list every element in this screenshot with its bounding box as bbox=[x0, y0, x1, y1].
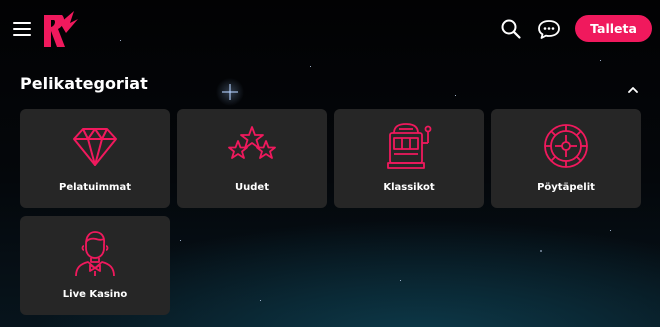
logo-icon[interactable] bbox=[40, 9, 80, 49]
section-title: Pelikategoriat bbox=[20, 74, 148, 93]
dealer-icon bbox=[70, 228, 120, 278]
category-label: Live Kasino bbox=[62, 289, 128, 300]
category-card-uudet[interactable]: Uudet bbox=[177, 109, 327, 208]
category-label: Pelatuimmat bbox=[59, 182, 131, 193]
chevron-up-icon[interactable] bbox=[626, 80, 640, 93]
category-label: Klassikot bbox=[383, 182, 435, 193]
stars-icon bbox=[227, 121, 277, 171]
category-label: Uudet bbox=[235, 182, 269, 193]
deposit-button[interactable]: Talleta bbox=[575, 15, 652, 42]
diamond-icon bbox=[70, 121, 120, 171]
category-card-live-kasino[interactable]: Live Kasino bbox=[20, 216, 170, 315]
top-header: Talleta bbox=[0, 0, 660, 58]
chat-icon[interactable] bbox=[537, 18, 561, 40]
background-star-glint bbox=[222, 84, 238, 100]
category-card-klassikot[interactable]: Klassikot bbox=[334, 109, 484, 208]
category-label: Pöytäpelit bbox=[537, 182, 595, 193]
roulette-icon bbox=[541, 121, 591, 171]
category-card-pelatuimmat[interactable]: Pelatuimmat bbox=[20, 109, 170, 208]
category-card-poytapelit[interactable]: Pöytäpelit bbox=[491, 109, 641, 208]
menu-icon[interactable] bbox=[13, 20, 31, 36]
search-icon[interactable] bbox=[500, 18, 522, 40]
slot-machine-icon bbox=[384, 121, 434, 171]
